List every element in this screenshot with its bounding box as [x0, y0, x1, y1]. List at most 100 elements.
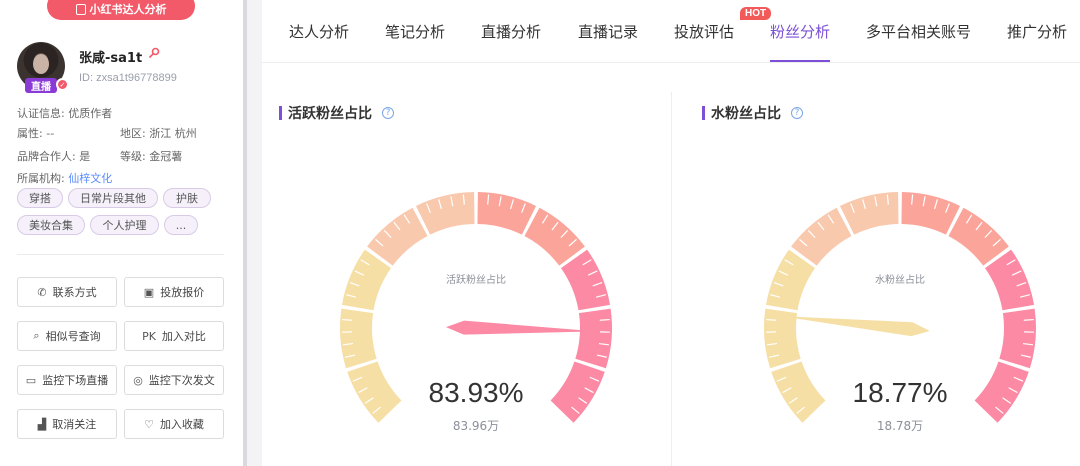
tab-influencer-analysis[interactable]: 达人分析	[289, 21, 349, 42]
search-icon: ⌕	[33, 329, 40, 342]
monitor-post-label: 监控下次发文	[148, 374, 215, 387]
monitor-live-button[interactable]: ▭ 监控下场直播	[17, 365, 117, 395]
influencer-profile-panel: 小红书达人分析 直播 ✓ 张咸-sa1t ID: zxsa1t96778899 …	[0, 0, 243, 466]
water-fans-card-title: 水粉丝占比 ?	[702, 103, 803, 123]
gauge-segment	[839, 192, 899, 235]
tag-chip[interactable]: 日常片段其他	[68, 188, 158, 208]
unfollow-button[interactable]: ▟ 取消关注	[17, 409, 117, 439]
gauge-segment	[367, 207, 428, 266]
gauge-count: 18.78万	[876, 419, 924, 433]
gauge-count: 83.96万	[452, 419, 500, 433]
gauge-segment	[575, 308, 612, 369]
favorite-button[interactable]: ♡ 加入收藏	[124, 409, 224, 439]
live-badge: 直播	[25, 78, 57, 93]
tab-promotion-analysis[interactable]: 推广分析	[1007, 21, 1067, 42]
favorite-label: 加入收藏	[159, 418, 204, 431]
attr-info: 属性: --	[17, 125, 54, 141]
verified-icon: ✓	[56, 78, 69, 91]
monitor-post-button[interactable]: ◎ 监控下次发文	[124, 365, 224, 395]
xiaohongshu-analysis-label: 小红书达人分析	[89, 3, 167, 16]
card-divider	[671, 92, 672, 466]
pricing-button[interactable]: ▣ 投放报价	[124, 277, 224, 307]
cert-info: 认证信息: 优质作者	[17, 105, 112, 121]
video-icon: ▭	[25, 373, 37, 387]
influencer-id: ID: zxsa1t96778899	[79, 72, 177, 84]
level-value: 金冠薯	[149, 150, 183, 163]
gauge-tick	[1023, 318, 1034, 321]
level-label: 等级:	[120, 150, 146, 163]
title-accent-bar	[279, 106, 282, 120]
tab-multi-platform[interactable]: 多平台相关账号	[866, 21, 971, 42]
gauge-segment	[791, 207, 852, 266]
tag-chip[interactable]: 穿搭	[17, 188, 63, 208]
tab-live-records[interactable]: 直播记录	[578, 21, 638, 42]
phone-icon: ✆	[37, 285, 47, 299]
org-link[interactable]: 仙梓文化	[68, 172, 112, 185]
tab-live-analysis[interactable]: 直播分析	[481, 21, 541, 42]
active-fans-title: 活跃粉丝占比	[288, 106, 372, 122]
attr-label: 属性:	[17, 127, 43, 140]
heart-icon: ♡	[144, 417, 154, 431]
tag-chip[interactable]: 个人护理	[90, 215, 159, 235]
brand-value: 是	[79, 150, 91, 163]
hot-badge: HOT	[740, 7, 772, 20]
price-icon: ▣	[143, 285, 155, 299]
active-fans-card-title: 活跃粉丝占比 ?	[279, 103, 394, 123]
region-value: 浙江 杭州	[149, 127, 197, 140]
contact-label: 联系方式	[52, 286, 97, 299]
gauge-tick	[766, 318, 777, 321]
gauge-pointer	[780, 316, 930, 337]
tag-chip[interactable]: 美妆合集	[17, 215, 85, 235]
monitor-live-label: 监控下场直播	[42, 374, 109, 387]
help-icon[interactable]: ?	[791, 107, 803, 119]
similar-search-button[interactable]: ⌕ 相似号查询	[17, 321, 117, 351]
help-icon[interactable]: ?	[382, 107, 394, 119]
org-info: 所属机构: 仙梓文化	[17, 170, 112, 186]
level-info: 等级: 金冠薯	[120, 148, 182, 164]
sidebar-scrollbar[interactable]	[243, 0, 247, 466]
water-fans-title: 水粉丝占比	[711, 106, 781, 122]
gauge-segment	[901, 192, 961, 235]
gauge-caption: 活跃粉丝占比	[446, 275, 506, 286]
contact-button[interactable]: ✆ 联系方式	[17, 277, 117, 307]
active-tab-indicator	[770, 60, 830, 62]
pricing-label: 投放报价	[160, 286, 205, 299]
more-tags-chip[interactable]: ...	[164, 215, 198, 235]
monitor-icon: ◎	[133, 373, 143, 387]
attr-value: --	[46, 127, 55, 140]
section-divider	[17, 254, 224, 255]
brand-label: 品牌合作人:	[17, 150, 76, 163]
gauge-segment	[415, 192, 475, 235]
gauge-value: 18.77%	[852, 377, 948, 408]
tag-chip[interactable]: 护肤	[163, 188, 211, 208]
gauge-pointer	[446, 320, 596, 335]
add-compare-button[interactable]: PK 加入对比	[124, 321, 224, 351]
main-content: 达人分析 笔记分析 直播分析 直播记录 投放评估 HOT 粉丝分析 多平台相关账…	[262, 0, 1080, 466]
unfollow-label: 取消关注	[52, 418, 97, 431]
tab-fan-analysis[interactable]: 粉丝分析	[770, 21, 830, 42]
tab-ad-evaluation[interactable]: 投放评估	[674, 21, 734, 42]
water-fans-gauge: 水粉丝占比 18.77% 18.78万	[720, 180, 1080, 466]
add-compare-label: 加入对比	[161, 330, 206, 343]
influencer-name: 张咸-sa1t	[79, 51, 143, 66]
gauge-tick	[599, 318, 610, 321]
pk-icon: PK	[142, 329, 156, 343]
gauge-tick	[342, 318, 353, 321]
brand-info: 品牌合作人: 是	[17, 148, 90, 164]
active-fans-gauge: 活跃粉丝占比 83.93% 83.96万	[296, 180, 656, 466]
book-icon	[75, 3, 86, 15]
title-accent-bar	[702, 106, 705, 120]
region-label: 地区:	[120, 127, 146, 140]
cert-label: 认证信息:	[17, 107, 65, 120]
gauge-segment	[524, 207, 585, 266]
app-root: 小红书达人分析 直播 ✓ 张咸-sa1t ID: zxsa1t96778899 …	[0, 0, 1080, 466]
cert-value: 优质作者	[68, 107, 113, 120]
similar-search-label: 相似号查询	[45, 330, 101, 343]
xiaohongshu-analysis-button[interactable]: 小红书达人分析	[47, 0, 195, 20]
gauge-segment	[477, 192, 537, 235]
chart-icon: ▟	[37, 417, 47, 431]
pin-icon[interactable]	[148, 47, 160, 59]
tab-note-analysis[interactable]: 笔记分析	[385, 21, 445, 42]
gauge-segment	[948, 207, 1009, 266]
gauge-segment	[340, 308, 377, 369]
